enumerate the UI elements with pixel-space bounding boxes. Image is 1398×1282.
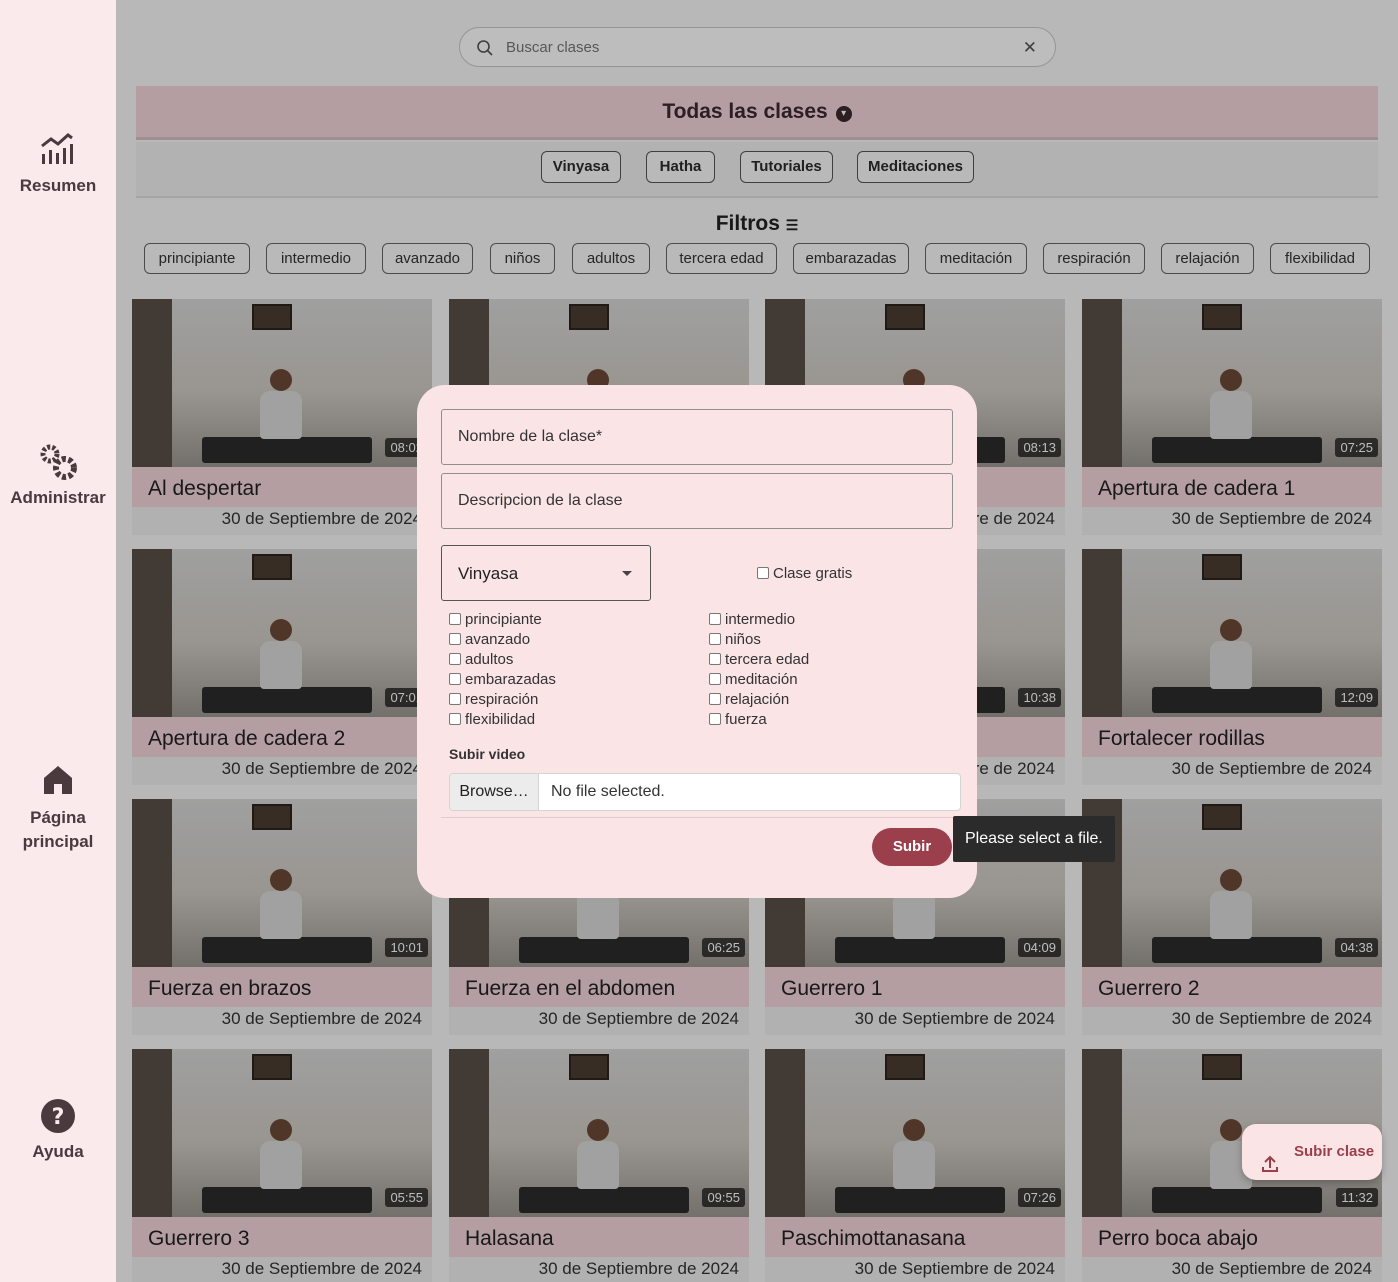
checkbox-box[interactable] (709, 613, 721, 625)
sidebar-item-resumen[interactable]: Resumen (0, 130, 116, 196)
tag-checkbox[interactable]: principiante (449, 611, 542, 628)
upload-icon (1260, 1142, 1280, 1172)
checkbox-box[interactable] (709, 633, 721, 645)
tag-checkbox[interactable]: relajación (709, 691, 789, 708)
home-icon (38, 760, 78, 800)
svg-text:?: ? (52, 1105, 65, 1130)
sidebar: Resumen Administrar Página principal ? A… (0, 0, 116, 1282)
help-icon: ? (38, 1096, 78, 1136)
checkbox-box[interactable] (757, 567, 769, 579)
browse-button[interactable]: Browse… (450, 774, 539, 810)
tag-checkbox[interactable]: fuerza (709, 711, 767, 728)
gears-icon (38, 442, 78, 482)
tag-checkbox-label: adultos (465, 651, 514, 668)
checkbox-box[interactable] (449, 673, 461, 685)
class-description-field[interactable]: Descripcion de la clase (441, 473, 953, 529)
tag-checkbox-label: meditación (725, 671, 798, 688)
tag-checkbox-label: niños (725, 631, 761, 648)
tag-checkbox[interactable]: tercera edad (709, 651, 809, 668)
sidebar-label: Ayuda (32, 1142, 84, 1161)
tag-checkbox-label: principiante (465, 611, 542, 628)
tag-checkbox[interactable]: flexibilidad (449, 711, 535, 728)
tag-checkbox[interactable]: meditación (709, 671, 798, 688)
tag-checkbox[interactable]: embarazadas (449, 671, 556, 688)
category-select[interactable]: Vinyasa (441, 545, 651, 601)
checkbox-box[interactable] (449, 653, 461, 665)
tag-checkbox[interactable]: adultos (449, 651, 513, 668)
checkbox-box[interactable] (709, 653, 721, 665)
sidebar-item-administrar[interactable]: Administrar (0, 442, 116, 508)
chart-line-icon (38, 130, 78, 170)
upload-class-dialog: Nombre de la clase* Descripcion de la cl… (417, 385, 977, 898)
checkbox-box[interactable] (449, 693, 461, 705)
sidebar-item-pagina-principal[interactable]: Página principal (0, 760, 116, 854)
file-input[interactable]: Browse… No file selected. (449, 773, 961, 811)
checkbox-box[interactable] (449, 713, 461, 725)
tag-checkbox[interactable]: respiración (449, 691, 538, 708)
checkbox-box[interactable] (709, 693, 721, 705)
checkbox-box[interactable] (449, 613, 461, 625)
caret-down-icon (622, 571, 632, 576)
validation-tooltip: Please select a file. (953, 816, 1115, 862)
submit-button[interactable]: Subir (872, 828, 952, 866)
checkbox-box[interactable] (709, 713, 721, 725)
file-status: No file selected. (551, 783, 665, 800)
tag-checkbox-label: flexibilidad (465, 711, 536, 728)
sidebar-label: Resumen (19, 176, 97, 195)
sidebar-label: Administrar (10, 488, 106, 507)
tag-checkbox-label: intermedio (725, 611, 796, 628)
divider (441, 817, 953, 818)
tag-checkbox-label: fuerza (725, 711, 767, 728)
sidebar-label: Página principal (22, 808, 94, 851)
sidebar-item-ayuda[interactable]: ? Ayuda (0, 1096, 116, 1162)
tag-checkbox-label: avanzado (465, 631, 531, 648)
checkbox-box[interactable] (449, 633, 461, 645)
tag-checkbox[interactable]: niños (709, 631, 761, 648)
tag-checkbox[interactable]: avanzado (449, 631, 530, 648)
tag-checkbox[interactable]: intermedio (709, 611, 795, 628)
upload-video-label: Subir video (449, 746, 526, 762)
upload-class-button[interactable]: Subir clase (1242, 1124, 1382, 1180)
tag-checkbox-label: relajación (725, 691, 790, 708)
tag-checkbox-label: embarazadas (465, 671, 556, 688)
category-select-value: Vinyasa (458, 564, 519, 583)
free-class-checkbox[interactable]: Clase gratis (757, 565, 852, 582)
checkbox-box[interactable] (709, 673, 721, 685)
tag-checkbox-label: tercera edad (725, 651, 810, 668)
tag-checkbox-label: respiración (465, 691, 539, 708)
class-name-field[interactable]: Nombre de la clase* (441, 409, 953, 465)
